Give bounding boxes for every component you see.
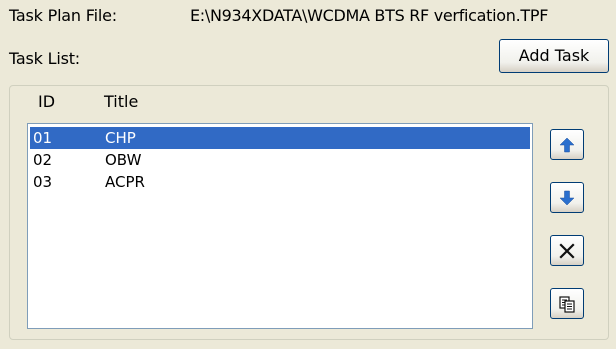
list-item-id: 03 — [33, 173, 53, 191]
list-item-title: ACPR — [105, 173, 145, 191]
list-item-id: 02 — [33, 151, 53, 169]
column-header-id: ID — [38, 92, 56, 111]
add-task-button[interactable]: Add Task — [499, 39, 609, 73]
close-icon — [558, 242, 576, 260]
move-up-button[interactable] — [550, 129, 584, 160]
list-item-id: 01 — [33, 129, 53, 147]
task-plan-file-path: E:\N934XDATA\WCDMA BTS RF verfication.TP… — [190, 6, 549, 25]
move-down-button[interactable] — [550, 182, 584, 213]
copy-icon — [558, 295, 576, 313]
delete-button[interactable] — [550, 235, 584, 266]
task-list[interactable]: 01 CHP 02 OBW 03 ACPR — [27, 123, 533, 329]
list-item[interactable]: 02 OBW — [30, 149, 530, 171]
list-item[interactable]: 03 ACPR — [30, 171, 530, 193]
list-item-title: CHP — [105, 129, 136, 147]
copy-button[interactable] — [550, 288, 584, 319]
arrow-down-icon — [559, 190, 575, 206]
list-item-title: OBW — [105, 151, 142, 169]
arrow-up-icon — [559, 137, 575, 153]
task-list-label: Task List: — [9, 49, 80, 68]
column-header-title: Title — [104, 92, 139, 111]
task-plan-file-label: Task Plan File: — [9, 6, 117, 25]
list-item[interactable]: 01 CHP — [30, 127, 530, 149]
